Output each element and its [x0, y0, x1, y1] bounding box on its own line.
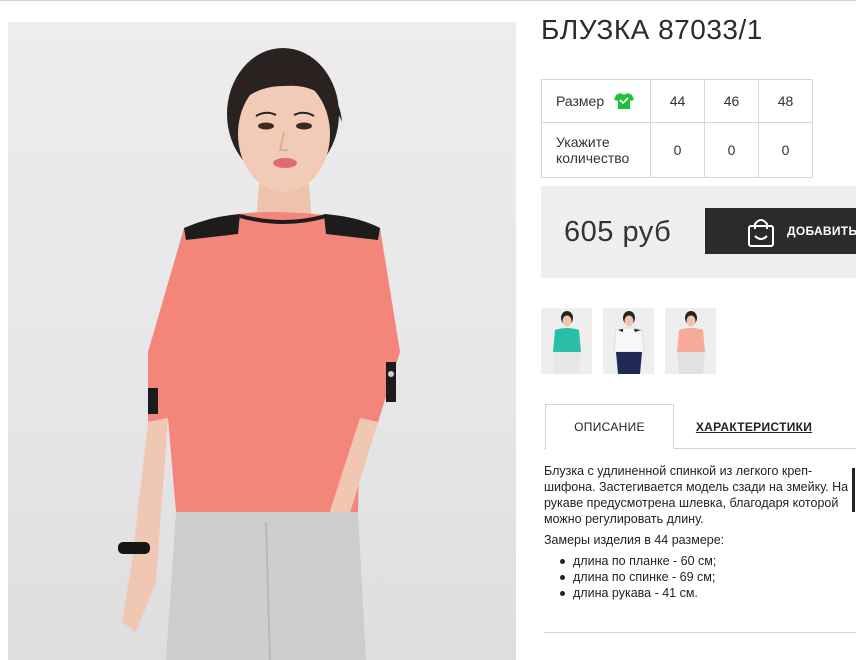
- size-option-48[interactable]: 48: [758, 79, 813, 123]
- size-row: Размер 44 46 48: [541, 79, 813, 123]
- add-to-cart-label: ДОБАВИТЬ: [787, 224, 856, 238]
- thumbnail-coral[interactable]: [665, 308, 716, 374]
- size-option-46[interactable]: 46: [704, 79, 759, 123]
- size-label-cell: Размер: [541, 79, 651, 123]
- list-item: длина по спинке - 69 см;: [556, 569, 850, 585]
- shirt-icon[interactable]: [614, 92, 635, 110]
- thumbnail-strip: [541, 308, 727, 374]
- quantity-input-44[interactable]: 0: [650, 122, 705, 178]
- tab-characteristics[interactable]: ХАРАКТЕРИСТИКИ: [692, 404, 816, 449]
- list-item: длина по планке - 60 см;: [556, 553, 850, 569]
- price: 605 руб: [564, 216, 672, 248]
- description-panel: Блузка с удлиненной спинкой из легкого к…: [544, 463, 850, 601]
- main-product-photo[interactable]: [8, 22, 516, 660]
- quantity-row: Укажите количество 0 0 0: [541, 122, 813, 178]
- product-title: БЛУЗКА 87033/1: [541, 14, 763, 45]
- bottom-divider: [544, 632, 856, 633]
- thumbnail-white[interactable]: [603, 308, 654, 374]
- size-option-44[interactable]: 44: [650, 79, 705, 123]
- description-text: Блузка с удлиненной спинкой из легкого к…: [544, 464, 849, 526]
- quantity-input-46[interactable]: 0: [704, 122, 759, 178]
- top-divider: [0, 0, 856, 1]
- model-illustration: [118, 48, 400, 660]
- size-quantity-table: Размер 44 46 48 Укажите количество 0 0 0: [541, 79, 813, 178]
- list-item: длина рукава - 41 см.: [556, 585, 850, 601]
- price-box: 605 руб ДОБАВИТЬ: [541, 186, 856, 278]
- add-to-cart-button[interactable]: ДОБАВИТЬ: [705, 208, 856, 254]
- shopping-bag-icon: [747, 217, 775, 250]
- thumbnail-turquoise[interactable]: [541, 308, 592, 374]
- product-tabs: ОПИСАНИЕ ХАРАКТЕРИСТИКИ: [544, 404, 856, 449]
- quantity-input-48[interactable]: 0: [758, 122, 813, 178]
- size-label: Размер: [556, 93, 605, 109]
- measurements-title: Замеры изделия в 44 размере:: [544, 533, 725, 547]
- measurements-list: длина по планке - 60 см; длина по спинке…: [556, 553, 850, 601]
- tab-description[interactable]: ОПИСАНИЕ: [545, 404, 674, 449]
- quantity-label: Укажите количество: [541, 122, 651, 178]
- scroll-indicator[interactable]: [852, 468, 855, 512]
